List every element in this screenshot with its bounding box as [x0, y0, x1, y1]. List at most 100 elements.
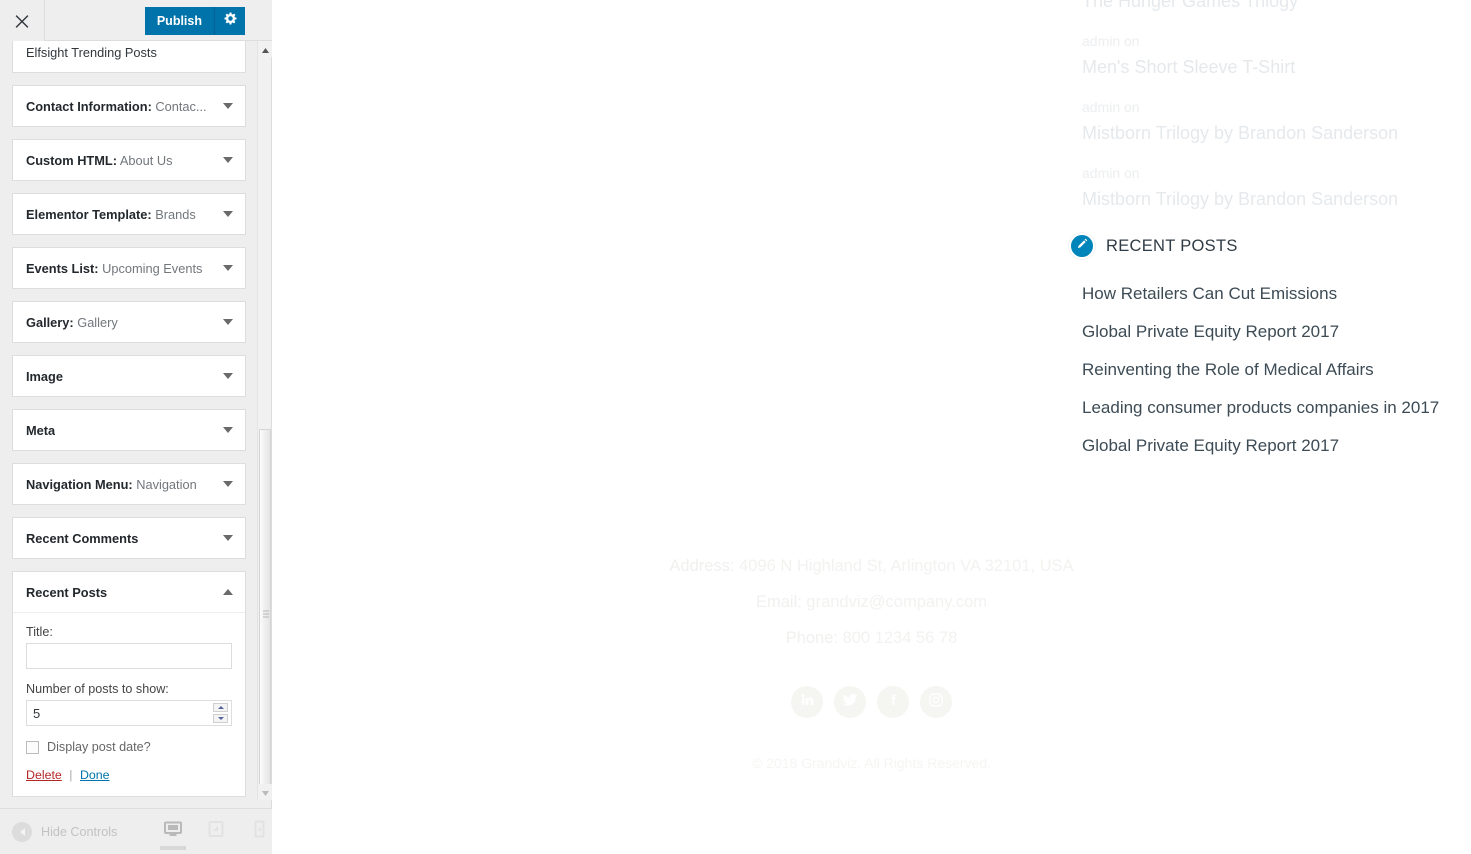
device-desktop-button[interactable]: [160, 808, 186, 854]
phone-label: Phone:: [785, 629, 838, 647]
widget-item-gallery[interactable]: Gallery: Gallery: [12, 301, 246, 343]
linkedin-icon: [800, 692, 815, 712]
comment-post-title[interactable]: Mistborn Trilogy by Brandon Sanderson: [1082, 120, 1462, 146]
widget-header[interactable]: Custom HTML: About Us: [13, 140, 245, 180]
recent-post-link[interactable]: How Retailers Can Cut Emissions: [1082, 275, 1471, 313]
phone-value[interactable]: 800 1234 56 78: [838, 629, 958, 647]
recent-post-link[interactable]: Global Private Equity Report 2017: [1082, 313, 1471, 351]
widget-header[interactable]: Image: [13, 356, 245, 396]
widget-type-label: Recent Comments: [26, 530, 139, 546]
device-mobile-button[interactable]: [246, 808, 272, 854]
comment-post-title[interactable]: Men's Short Sleeve T-Shirt: [1082, 54, 1462, 80]
footer-address-line: Address: 4096 N Highland St, Arlington V…: [272, 548, 1471, 584]
customizer-screen: Publish Elfsight Trending Posts Contact …: [0, 0, 1471, 854]
chevron-down-icon[interactable]: [223, 211, 233, 217]
chevron-left-icon: [12, 821, 32, 842]
done-link[interactable]: Done: [80, 768, 110, 782]
widget-label: Events List: Upcoming Events: [26, 261, 202, 276]
widget-type-label: Events List:: [26, 260, 99, 276]
widget-item-meta[interactable]: Meta: [12, 409, 246, 451]
post-count-field-label: Number of posts to show:: [26, 682, 169, 696]
facebook-icon: [886, 692, 901, 712]
site-footer-preview: Address: 4096 N Highland St, Arlington V…: [272, 548, 1471, 771]
sidebar-scrollbar[interactable]: [257, 41, 272, 800]
recent-post-link[interactable]: Reinventing the Role of Medical Affairs: [1082, 351, 1471, 389]
device-preview-switcher: [160, 808, 272, 854]
widget-header[interactable]: Elfsight Trending Posts: [13, 41, 245, 72]
widget-item-partial[interactable]: Elfsight Trending Posts: [12, 41, 246, 73]
recent-post-link[interactable]: Global Private Equity Report 2017: [1082, 427, 1471, 465]
widget-instance-label: About Us: [119, 152, 173, 168]
comment-item: admin on Mistborn Trilogy by Brandon San…: [1082, 160, 1462, 212]
chevron-down-icon[interactable]: [223, 481, 233, 487]
widget-item-recent-comments[interactable]: Recent Comments: [12, 517, 246, 559]
widget-label: Image: [26, 369, 63, 384]
widget-header[interactable]: Gallery: Gallery: [13, 302, 245, 342]
comment-post-title[interactable]: Mistborn Trilogy by Brandon Sanderson: [1082, 186, 1462, 212]
caret-up-icon: [217, 706, 224, 709]
widget-header[interactable]: Meta: [13, 410, 245, 450]
social-link-linkedin[interactable]: [791, 686, 823, 718]
widget-list-scroll-area[interactable]: Elfsight Trending Posts Contact Informat…: [0, 41, 258, 800]
customizer-sidebar: Publish Elfsight Trending Posts Contact …: [0, 0, 272, 854]
social-link-instagram[interactable]: [920, 686, 952, 718]
caret-up-icon: [261, 40, 269, 58]
widget-type-label: Meta: [26, 422, 56, 438]
widget-item-recent-posts[interactable]: Recent Posts Title: Number of posts to s…: [12, 571, 246, 797]
recent-post-link[interactable]: Leading consumer products companies in 2…: [1082, 389, 1471, 427]
widget-type-label: Recent Posts: [26, 584, 108, 600]
tablet-icon: [207, 819, 225, 844]
widget-item-custom-html[interactable]: Custom HTML: About Us: [12, 139, 246, 181]
chevron-down-icon[interactable]: [223, 373, 233, 379]
post-count-field-wrapper: [26, 700, 232, 726]
close-icon: [15, 14, 29, 28]
hide-controls-button[interactable]: Hide Controls: [0, 821, 117, 842]
stepper-down-button[interactable]: [213, 714, 228, 723]
customizer-footer-bar: Hide Controls: [0, 808, 272, 854]
widget-type-label: Elementor Template:: [26, 206, 152, 222]
stepper-up-button[interactable]: [213, 703, 228, 712]
chevron-down-icon[interactable]: [223, 157, 233, 163]
chevron-down-icon[interactable]: [223, 265, 233, 271]
scroll-up-button[interactable]: [258, 41, 272, 57]
comment-post-title[interactable]: The Hunger Games Trilogy: [1082, 0, 1462, 14]
publish-settings-button[interactable]: [215, 7, 245, 35]
device-tablet-button[interactable]: [203, 808, 229, 854]
email-value[interactable]: grandviz@company.com: [802, 593, 987, 611]
edit-shortcut-button[interactable]: [1069, 233, 1095, 259]
widget-header[interactable]: Recent Comments: [13, 518, 245, 558]
widget-list: Elfsight Trending Posts Contact Informat…: [0, 41, 258, 800]
recent-posts-widget-preview: RECENT POSTS How Retailers Can Cut Emiss…: [1069, 228, 1471, 465]
widget-header[interactable]: Recent Posts: [13, 572, 245, 612]
desktop-icon: [163, 819, 183, 844]
display-post-date-checkbox[interactable]: [26, 740, 39, 754]
post-count-stepper[interactable]: [213, 703, 228, 723]
chevron-down-icon[interactable]: [223, 535, 233, 541]
chevron-down-icon[interactable]: [223, 319, 233, 325]
widget-item-image[interactable]: Image: [12, 355, 246, 397]
widget-header[interactable]: Contact Information: Contac...: [13, 86, 245, 126]
chevron-up-icon[interactable]: [223, 589, 233, 595]
scroll-down-button[interactable]: [258, 784, 272, 800]
widget-item-contact-information[interactable]: Contact Information: Contac...: [12, 85, 246, 127]
social-link-twitter[interactable]: [834, 686, 866, 718]
display-post-date-row[interactable]: Display post date?: [26, 740, 232, 754]
title-input[interactable]: [26, 643, 232, 669]
widget-item-elementor-template[interactable]: Elementor Template: Brands: [12, 193, 246, 235]
chevron-down-icon[interactable]: [223, 427, 233, 433]
publish-button[interactable]: Publish: [144, 7, 215, 35]
post-count-input[interactable]: [26, 700, 232, 726]
scrollbar-thumb[interactable]: [259, 429, 271, 799]
widget-header[interactable]: Events List: Upcoming Events: [13, 248, 245, 288]
widget-item-navigation-menu[interactable]: Navigation Menu: Navigation: [12, 463, 246, 505]
site-preview-frame[interactable]: The Hunger Games Trilogy admin on Men's …: [272, 0, 1471, 854]
widget-header[interactable]: Elementor Template: Brands: [13, 194, 245, 234]
close-customizer-button[interactable]: [0, 0, 45, 41]
widget-item-events-list[interactable]: Events List: Upcoming Events: [12, 247, 246, 289]
delete-widget-link[interactable]: Delete: [26, 768, 62, 782]
twitter-icon: [842, 692, 858, 713]
links-separator: |: [69, 768, 73, 782]
widget-header[interactable]: Navigation Menu: Navigation: [13, 464, 245, 504]
social-link-facebook[interactable]: [877, 686, 909, 718]
chevron-down-icon[interactable]: [223, 103, 233, 109]
